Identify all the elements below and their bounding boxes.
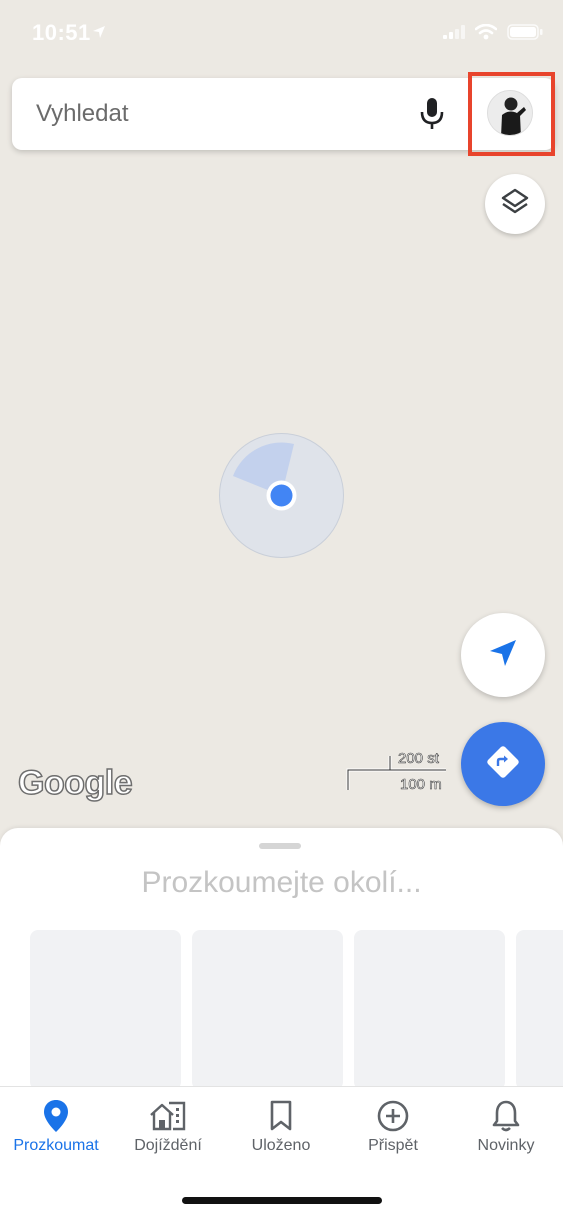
account-avatar[interactable] [487,90,533,136]
home-indicator[interactable] [182,1197,382,1204]
battery-icon [507,24,543,45]
bell-icon [450,1099,562,1133]
nav-label: Dojíždění [134,1137,202,1154]
explore-card[interactable] [354,930,505,1086]
directions-button[interactable] [461,722,545,806]
status-time: 10:51 [32,20,91,45]
search-input[interactable] [36,78,396,150]
nav-label: Uloženo [251,1137,311,1154]
google-logo: Google [17,763,133,803]
navigation-arrow-icon [488,638,518,673]
sheet-drag-handle[interactable] [259,843,301,849]
my-location-button[interactable] [461,613,545,697]
nav-label: Novinky [477,1137,535,1154]
sheet-title: Prozkoumejte okolí... [141,866,422,899]
layers-icon [500,187,530,222]
explore-card[interactable] [30,930,181,1086]
explore-sheet[interactable]: Prozkoumejte okolí... [0,828,563,1086]
nav-item-updates[interactable]: Novinky [450,1099,562,1169]
nav-item-contribute[interactable]: Přispět [337,1099,449,1169]
nav-item-saved[interactable]: Uloženo [225,1099,337,1169]
add-circle-icon [337,1099,449,1133]
bookmark-icon [225,1099,337,1133]
cellular-signal-icon [443,25,465,44]
map-layers-button[interactable] [485,174,545,234]
nav-item-commute[interactable]: Dojíždění [112,1099,224,1169]
explore-card[interactable] [516,930,563,1086]
location-services-icon [92,25,106,44]
directions-icon [486,745,520,784]
microphone-icon[interactable] [417,96,447,132]
explore-card[interactable] [192,930,343,1086]
commute-icon [112,1099,224,1133]
nav-label: Prozkoumat [13,1137,99,1154]
my-location-marker [218,432,345,559]
nav-label: Přispět [368,1137,418,1154]
map-scale: 200 st 100 m [346,748,456,794]
pin-icon [0,1099,112,1133]
status-bar: 10:51 [0,0,563,70]
nav-item-explore[interactable]: Prozkoumat [0,1099,112,1169]
scale-label-imperial: 200 st [398,750,439,768]
wifi-icon [474,23,498,45]
scale-label-metric: 100 m [400,776,442,794]
